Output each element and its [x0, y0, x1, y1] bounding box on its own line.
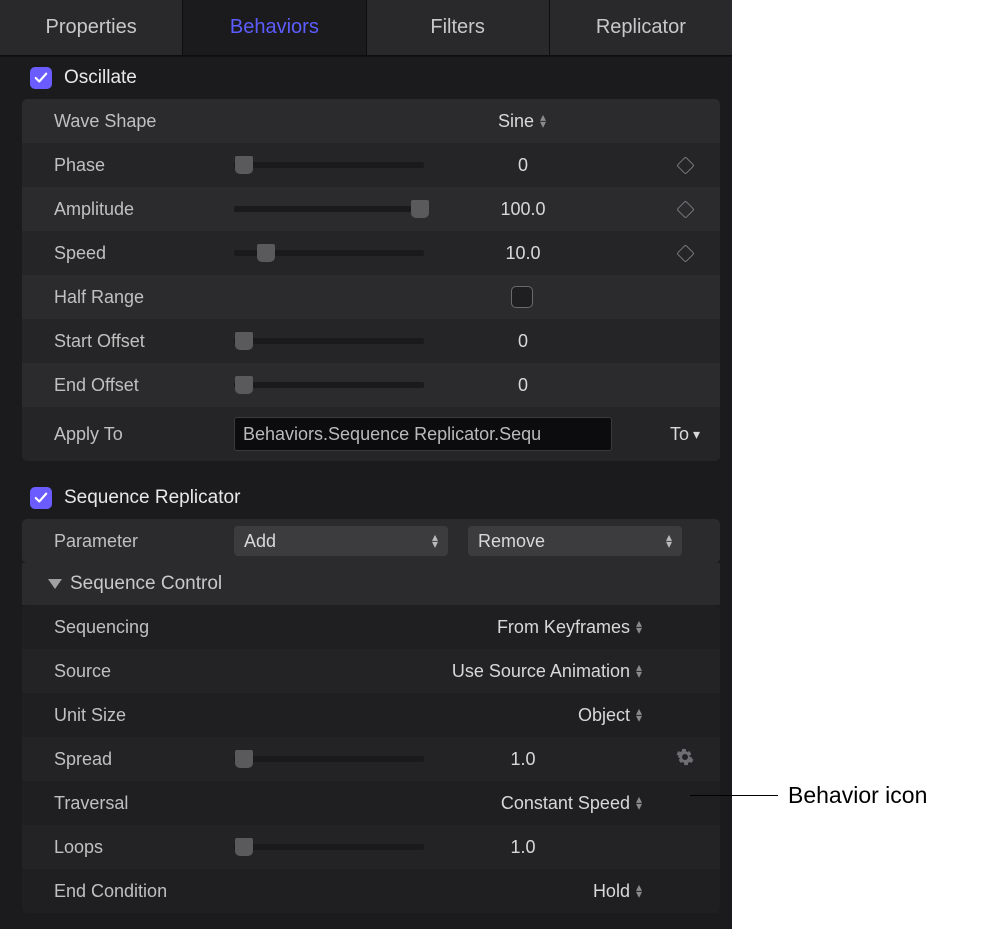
speed-label: Speed: [54, 243, 234, 264]
traversal-popup[interactable]: Constant Speed ▴▾: [501, 793, 642, 814]
spread-slider[interactable]: [234, 756, 424, 762]
row-traversal: Traversal Constant Speed ▴▾: [22, 781, 720, 825]
parameter-add-dropdown[interactable]: Add ▴▾: [234, 526, 448, 556]
tab-properties[interactable]: Properties: [0, 0, 183, 55]
sequence-control-header[interactable]: Sequence Control: [22, 563, 720, 605]
updown-icon: ▴▾: [636, 884, 642, 898]
callout-line-icon: [690, 795, 778, 796]
source-label: Source: [54, 661, 234, 682]
amplitude-value[interactable]: 100.0: [424, 199, 662, 220]
spread-label: Spread: [54, 749, 234, 770]
row-source: Source Use Source Animation ▴▾: [22, 649, 720, 693]
loops-slider[interactable]: [234, 844, 424, 850]
disclosure-triangle-icon[interactable]: [48, 579, 62, 589]
parameter-label: Parameter: [54, 531, 234, 552]
loops-label: Loops: [54, 837, 234, 858]
row-spread: Spread 1.0: [22, 737, 720, 781]
speed-value[interactable]: 10.0: [424, 243, 662, 264]
slider-thumb-icon[interactable]: [235, 156, 253, 174]
row-end-condition: End Condition Hold ▴▾: [22, 869, 720, 913]
keyframe-icon[interactable]: [676, 244, 694, 262]
updown-icon: ▴▾: [636, 796, 642, 810]
row-loops: Loops 1.0: [22, 825, 720, 869]
wave-shape-label: Wave Shape: [54, 111, 234, 132]
end-condition-popup[interactable]: Hold ▴▾: [593, 881, 642, 902]
amplitude-label: Amplitude: [54, 199, 234, 220]
end-offset-label: End Offset: [54, 375, 234, 396]
parameter-remove-dropdown[interactable]: Remove ▴▾: [468, 526, 682, 556]
end-offset-slider[interactable]: [234, 382, 424, 388]
oscillate-enable-checkbox[interactable]: [30, 67, 52, 89]
row-start-offset: Start Offset 0: [22, 319, 720, 363]
row-half-range: Half Range: [22, 275, 720, 319]
updown-icon: ▴▾: [636, 620, 642, 634]
end-condition-label: End Condition: [54, 881, 234, 902]
row-phase: Phase 0: [22, 143, 720, 187]
updown-icon: ▴▾: [432, 534, 438, 548]
apply-to-field[interactable]: Behaviors.Sequence Replicator.Sequ: [234, 417, 612, 451]
wave-shape-popup[interactable]: Sine ▴▾: [498, 111, 546, 132]
seqrep-title: Sequence Replicator: [64, 487, 240, 509]
seqrep-rows: Parameter Add ▴▾ Remove ▴▾: [22, 519, 720, 563]
inspector-panel: Properties Behaviors Filters Replicator …: [0, 0, 732, 929]
callout-behavior-icon: Behavior icon: [690, 782, 927, 809]
sequence-control-label: Sequence Control: [70, 573, 222, 595]
tabs-bar: Properties Behaviors Filters Replicator: [0, 0, 732, 56]
tab-behaviors[interactable]: Behaviors: [183, 0, 366, 55]
row-sequencing: Sequencing From Keyframes ▴▾: [22, 605, 720, 649]
callout-label: Behavior icon: [788, 782, 927, 809]
slider-thumb-icon[interactable]: [411, 200, 429, 218]
behavior-gear-icon[interactable]: [676, 748, 694, 771]
row-apply-to: Apply To Behaviors.Sequence Replicator.S…: [22, 407, 720, 461]
row-unit-size: Unit Size Object ▴▾: [22, 693, 720, 737]
slider-thumb-icon[interactable]: [235, 376, 253, 394]
row-end-offset: End Offset 0: [22, 363, 720, 407]
row-parameter: Parameter Add ▴▾ Remove ▴▾: [22, 519, 720, 563]
half-range-label: Half Range: [54, 287, 234, 308]
sequencing-popup[interactable]: From Keyframes ▴▾: [497, 617, 642, 638]
start-offset-slider[interactable]: [234, 338, 424, 344]
slider-thumb-icon[interactable]: [257, 244, 275, 262]
seqrep-enable-checkbox[interactable]: [30, 487, 52, 509]
source-popup[interactable]: Use Source Animation ▴▾: [452, 661, 642, 682]
start-offset-label: Start Offset: [54, 331, 234, 352]
keyframe-icon[interactable]: [676, 200, 694, 218]
apply-to-menu-button[interactable]: To ▾: [670, 424, 700, 445]
oscillate-rows: Wave Shape Sine ▴▾ Phase 0: [22, 99, 720, 461]
keyframe-icon[interactable]: [676, 156, 694, 174]
row-amplitude: Amplitude 100.0: [22, 187, 720, 231]
end-offset-value[interactable]: 0: [424, 375, 662, 396]
unit-size-popup[interactable]: Object ▴▾: [578, 705, 642, 726]
speed-slider[interactable]: [234, 250, 424, 256]
row-speed: Speed 10.0: [22, 231, 720, 275]
traversal-label: Traversal: [54, 793, 234, 814]
slider-thumb-icon[interactable]: [235, 750, 253, 768]
chevron-down-icon: ▾: [693, 426, 700, 443]
updown-icon: ▴▾: [666, 534, 672, 548]
phase-label: Phase: [54, 155, 234, 176]
row-wave-shape: Wave Shape Sine ▴▾: [22, 99, 720, 143]
updown-icon: ▴▾: [636, 664, 642, 678]
apply-to-label: Apply To: [54, 424, 234, 445]
sequence-control-rows: Sequencing From Keyframes ▴▾ Source Use: [22, 605, 720, 913]
spread-value[interactable]: 1.0: [424, 749, 662, 770]
unit-size-label: Unit Size: [54, 705, 234, 726]
updown-icon: ▴▾: [540, 114, 546, 128]
half-range-checkbox[interactable]: [511, 286, 533, 308]
tab-filters[interactable]: Filters: [367, 0, 550, 55]
section-header-sequence-replicator: Sequence Replicator: [0, 477, 732, 519]
section-header-oscillate: Oscillate: [0, 57, 732, 99]
loops-value[interactable]: 1.0: [424, 837, 662, 858]
oscillate-title: Oscillate: [64, 67, 137, 89]
slider-thumb-icon[interactable]: [235, 838, 253, 856]
phase-slider[interactable]: [234, 162, 424, 168]
updown-icon: ▴▾: [636, 708, 642, 722]
amplitude-slider[interactable]: [234, 206, 424, 212]
phase-value[interactable]: 0: [424, 155, 662, 176]
tab-replicator[interactable]: Replicator: [550, 0, 732, 55]
start-offset-value[interactable]: 0: [424, 331, 662, 352]
sequencing-label: Sequencing: [54, 617, 234, 638]
slider-thumb-icon[interactable]: [235, 332, 253, 350]
